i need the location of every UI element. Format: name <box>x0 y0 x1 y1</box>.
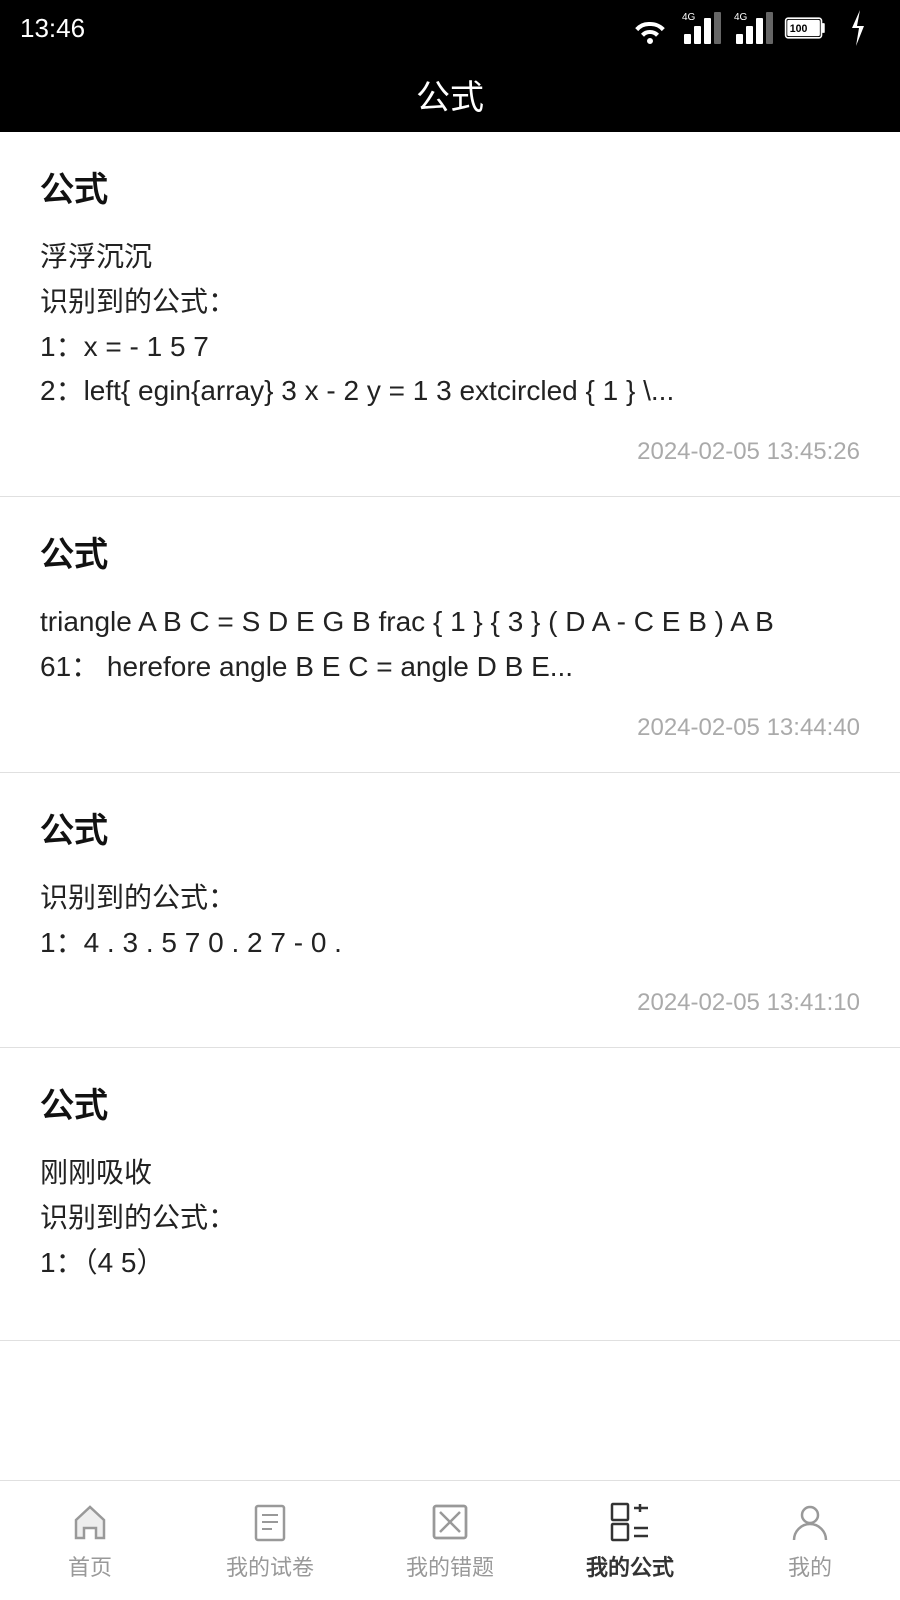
page-header: 公式 <box>0 56 900 132</box>
profile-icon <box>788 1500 832 1544</box>
nav-item-my-exams[interactable]: 我的试卷 <box>180 1500 360 1582</box>
svg-text:100: 100 <box>790 23 808 35</box>
nav-item-my-profile-label: 我的 <box>788 1550 832 1582</box>
formula-card-3-title: 公式 <box>40 803 860 852</box>
signal-icon-1: 4G <box>680 6 724 50</box>
formula-card-1-body: 浮浮沉沉 识别到的公式： 1：x = - 1 5 7 2：left{ egin{… <box>40 235 860 414</box>
formula-card-2-time: 2024-02-05 13:44:40 <box>40 714 860 742</box>
formula-card-2-title: 公式 <box>40 527 860 576</box>
charging-icon <box>836 6 880 50</box>
battery-icon: 100 <box>784 6 828 50</box>
formula-card-1-time: 2024-02-05 13:45:26 <box>40 438 860 466</box>
errors-icon <box>428 1500 472 1544</box>
formula-card-3-body: 识别到的公式： 1：4 . 3 . 5 7 0 . 2 7 - 0 . <box>40 876 860 966</box>
signal-icon-2: 4G <box>732 6 776 50</box>
page-title: 公式 <box>416 70 484 119</box>
svg-text:4G: 4G <box>734 12 748 23</box>
formula-card-4[interactable]: 公式 刚刚吸收 识别到的公式： 1：（4 5） <box>0 1048 900 1340</box>
formula-card-1-title: 公式 <box>40 162 860 211</box>
formula-card-4-body: 刚刚吸收 识别到的公式： 1：（4 5） <box>40 1151 860 1285</box>
nav-item-my-profile[interactable]: 我的 <box>720 1500 900 1582</box>
status-icons: 4G 4G 100 <box>628 6 880 50</box>
nav-item-my-errors-label: 我的错题 <box>406 1550 494 1582</box>
formula-card-3-time: 2024-02-05 13:41:10 <box>40 989 860 1017</box>
formula-card-1[interactable]: 公式 浮浮沉沉 识别到的公式： 1：x = - 1 5 7 2：left{ eg… <box>0 132 900 497</box>
nav-item-my-errors[interactable]: 我的错题 <box>360 1500 540 1582</box>
nav-item-my-exams-label: 我的试卷 <box>226 1550 314 1582</box>
status-time: 13:46 <box>20 13 85 44</box>
formula-card-2[interactable]: 公式 triangle A B C = S D E G B frac { 1 }… <box>0 497 900 773</box>
nav-item-home[interactable]: 首页 <box>0 1500 180 1582</box>
formulas-icon <box>608 1500 652 1544</box>
nav-item-home-label: 首页 <box>68 1550 112 1582</box>
status-bar: 13:46 4G 4G 100 <box>0 0 900 56</box>
nav-item-my-formulas[interactable]: 我的公式 <box>540 1500 720 1582</box>
nav-item-my-formulas-label: 我的公式 <box>586 1550 674 1582</box>
wifi-icon <box>628 6 672 50</box>
svg-text:4G: 4G <box>682 12 696 23</box>
formula-list: 公式 浮浮沉沉 识别到的公式： 1：x = - 1 5 7 2：left{ eg… <box>0 132 900 1461</box>
formula-card-2-body: triangle A B C = S D E G B frac { 1 } { … <box>40 600 860 690</box>
exams-icon <box>248 1500 292 1544</box>
home-icon <box>68 1500 112 1544</box>
formula-card-4-title: 公式 <box>40 1078 860 1127</box>
bottom-navigation: 首页 我的试卷 我的错题 我的公式 <box>0 1480 900 1600</box>
formula-card-3[interactable]: 公式 识别到的公式： 1：4 . 3 . 5 7 0 . 2 7 - 0 . 2… <box>0 773 900 1049</box>
